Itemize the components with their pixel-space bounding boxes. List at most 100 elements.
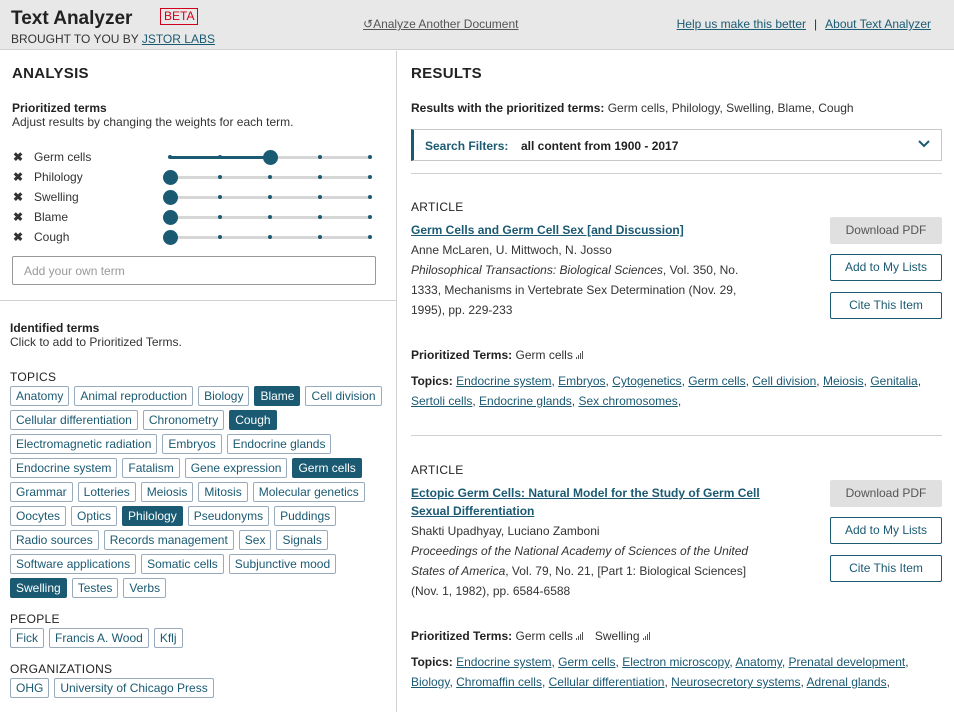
term-tag[interactable]: Pseudonyms xyxy=(187,506,270,526)
search-filters-dropdown[interactable]: Search Filters: all content from 1900 - … xyxy=(411,129,942,161)
slider-tick xyxy=(318,175,322,179)
download-pdf-button[interactable]: Download PDF xyxy=(830,217,942,244)
topic-link[interactable]: Anatomy xyxy=(735,655,781,669)
slider-handle[interactable] xyxy=(163,230,178,245)
slider-tick xyxy=(218,155,222,159)
term-tag[interactable]: Germ cells xyxy=(292,458,362,478)
term-weight-slider[interactable] xyxy=(163,210,372,225)
remove-term-icon[interactable]: ✖ xyxy=(13,170,23,184)
cite-item-button[interactable]: Cite This Item xyxy=(830,292,942,319)
topic-link[interactable]: Endocrine system xyxy=(456,655,551,669)
download-pdf-button[interactable]: Download PDF xyxy=(830,480,942,507)
term-tag[interactable]: Swelling xyxy=(10,578,67,598)
article-title-link[interactable]: Germ Cells and Germ Cell Sex [and Discus… xyxy=(411,221,781,239)
term-tag[interactable]: Chronometry xyxy=(142,410,225,430)
term-tag[interactable]: Lotteries xyxy=(77,482,136,502)
term-tag[interactable]: Records management xyxy=(103,530,234,550)
remove-term-icon[interactable]: ✖ xyxy=(13,230,23,244)
term-tag[interactable]: Subjunctive mood xyxy=(228,554,337,574)
topic-link[interactable]: Neurosecretory systems xyxy=(671,675,800,689)
topic-link[interactable]: Endocrine system xyxy=(456,374,551,388)
topic-link[interactable]: Embryos xyxy=(558,374,605,388)
people-tag-list: Fick Francis A. Wood Kflj xyxy=(10,628,390,648)
term-tag[interactable]: Testes xyxy=(71,578,119,598)
add-to-lists-button[interactable]: Add to My Lists xyxy=(830,254,942,281)
term-tag[interactable]: Mitosis xyxy=(198,482,248,502)
article-citation: Proceedings of the National Academy of S… xyxy=(411,541,756,601)
article-authors: Anne McLaren, U. Mittwoch, N. Josso xyxy=(411,243,612,257)
term-tag[interactable]: Somatic cells xyxy=(141,554,224,574)
term-tag[interactable]: Fick xyxy=(10,628,44,648)
slider-handle[interactable] xyxy=(263,150,278,165)
article-title-link[interactable]: Ectopic Germ Cells: Natural Model for th… xyxy=(411,484,781,520)
topic-link[interactable]: Endocrine glands xyxy=(479,394,572,408)
about-link[interactable]: About Text Analyzer xyxy=(825,17,931,31)
term-tag[interactable]: OHG xyxy=(10,678,50,698)
term-tag[interactable]: University of Chicago Press xyxy=(54,678,214,698)
add-term-input[interactable] xyxy=(12,256,376,285)
slider-tick xyxy=(218,195,222,199)
term-tag[interactable]: Optics xyxy=(71,506,118,526)
slider-tick xyxy=(218,235,222,239)
help-link[interactable]: Help us make this better xyxy=(677,17,806,31)
topic-link[interactable]: Germ cells xyxy=(558,655,615,669)
slider-tick xyxy=(268,215,272,219)
term-tag[interactable]: Endocrine glands xyxy=(226,434,332,454)
term-tag[interactable]: Software applications xyxy=(10,554,137,574)
topic-link[interactable]: Electron microscopy xyxy=(622,655,729,669)
term-tag[interactable]: Cough xyxy=(229,410,277,430)
topic-link[interactable]: Genitalia xyxy=(870,374,917,388)
topics-label: Topics: xyxy=(411,655,453,669)
topic-link[interactable]: Biology xyxy=(411,675,449,689)
term-tag[interactable]: Kflj xyxy=(153,628,183,648)
term-tag[interactable]: Puddings xyxy=(274,506,337,526)
remove-term-icon[interactable]: ✖ xyxy=(13,210,23,224)
term-weight-slider[interactable] xyxy=(163,170,372,185)
term-tag[interactable]: Grammar xyxy=(10,482,73,502)
search-filters-value: all content from 1900 - 2017 xyxy=(521,139,679,153)
topic-link[interactable]: Meiosis xyxy=(823,374,864,388)
term-weight-slider[interactable] xyxy=(168,150,372,165)
term-tag[interactable]: Biology xyxy=(198,386,250,406)
analyze-another-link[interactable]: ↺Analyze Another Document xyxy=(363,17,518,31)
term-tag[interactable]: Philology xyxy=(122,506,183,526)
term-tag[interactable]: Endocrine system xyxy=(10,458,118,478)
slider-handle[interactable] xyxy=(163,190,178,205)
slider-handle[interactable] xyxy=(163,210,178,225)
topic-link[interactable]: Sertoli cells xyxy=(411,394,472,408)
topic-link[interactable]: Adrenal glands xyxy=(807,675,887,689)
term-tag[interactable]: Fatalism xyxy=(122,458,180,478)
topic-link[interactable]: Cell division xyxy=(752,374,816,388)
jstor-labs-link[interactable]: JSTOR LABS xyxy=(142,32,215,46)
topic-link[interactable]: Chromaffin cells xyxy=(456,675,542,689)
term-tag[interactable]: Cellular differentiation xyxy=(10,410,138,430)
term-tag[interactable]: Cell division xyxy=(305,386,382,406)
topic-link[interactable]: Cellular differentiation xyxy=(549,675,665,689)
term-weight-slider[interactable] xyxy=(163,230,372,245)
remove-term-icon[interactable]: ✖ xyxy=(13,150,23,164)
term-tag[interactable]: Electromagnetic radiation xyxy=(10,434,158,454)
term-tag[interactable]: Oocytes xyxy=(10,506,67,526)
term-tag[interactable]: Molecular genetics xyxy=(252,482,365,502)
topic-link[interactable]: Cytogenetics xyxy=(612,374,681,388)
topic-link[interactable]: Prenatal development xyxy=(789,655,906,669)
term-tag[interactable]: Francis A. Wood xyxy=(49,628,149,648)
cite-item-button[interactable]: Cite This Item xyxy=(830,555,942,582)
term-tag[interactable]: Embryos xyxy=(162,434,222,454)
term-tag[interactable]: Meiosis xyxy=(140,482,194,502)
slider-handle[interactable] xyxy=(163,170,178,185)
topic-link[interactable]: Sex chromosomes xyxy=(578,394,677,408)
remove-term-icon[interactable]: ✖ xyxy=(13,190,23,204)
prioritized-terms-label: Prioritized Terms: xyxy=(411,629,513,643)
add-to-lists-button[interactable]: Add to My Lists xyxy=(830,517,942,544)
term-tag[interactable]: Gene expression xyxy=(184,458,288,478)
term-weight-slider[interactable] xyxy=(163,190,372,205)
term-tag[interactable]: Signals xyxy=(276,530,328,550)
topic-link[interactable]: Germ cells xyxy=(688,374,745,388)
term-tag[interactable]: Verbs xyxy=(123,578,167,598)
term-tag[interactable]: Animal reproduction xyxy=(74,386,194,406)
term-tag[interactable]: Anatomy xyxy=(10,386,70,406)
term-tag[interactable]: Radio sources xyxy=(10,530,99,550)
term-tag[interactable]: Blame xyxy=(254,386,301,406)
term-tag[interactable]: Sex xyxy=(238,530,272,550)
